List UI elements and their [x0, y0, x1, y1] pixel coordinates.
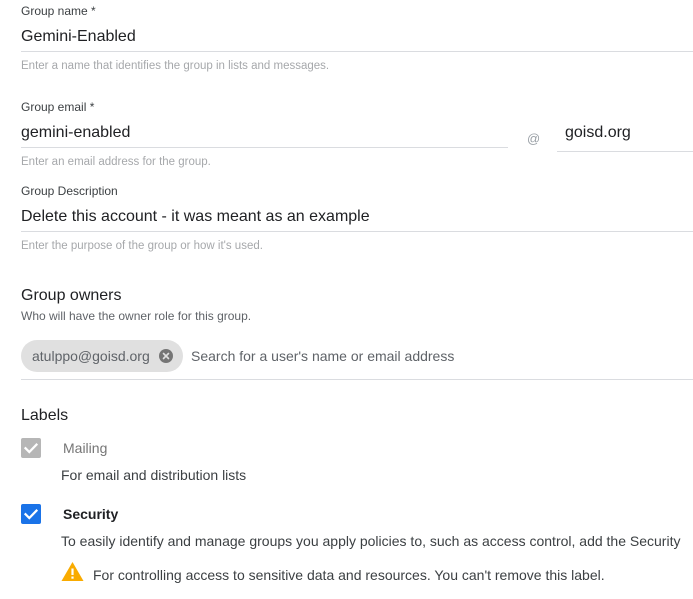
security-label: Security: [63, 506, 119, 522]
group-name-underline: [21, 51, 693, 52]
email-domain-select[interactable]: goisd.org: [565, 124, 631, 142]
labels-title: Labels: [21, 407, 69, 424]
at-sign: @: [527, 131, 541, 146]
group-email-label: Group email *: [21, 100, 95, 114]
group-name-hint: Enter a name that identifies the group i…: [21, 60, 330, 72]
group-name-label: Group name *: [21, 4, 96, 18]
group-email-underline: [21, 147, 508, 148]
email-domain-underline: [557, 151, 693, 152]
owners-underline: [21, 379, 693, 380]
security-description: To easily identify and manage groups you…: [61, 533, 681, 549]
group-name-input[interactable]: Gemini-Enabled: [21, 28, 136, 46]
group-email-hint: Enter an email address for the group.: [21, 156, 211, 168]
mailing-label: Mailing: [63, 440, 108, 456]
group-email-input[interactable]: gemini-enabled: [21, 124, 130, 142]
group-owners-title: Group owners: [21, 287, 122, 304]
security-checkbox[interactable]: [21, 504, 41, 524]
group-description-input[interactable]: Delete this account - it was meant as an…: [21, 208, 370, 226]
group-form: Group name * Gemini-Enabled Enter a name…: [0, 0, 693, 599]
group-owners-subtitle: Who will have the owner role for this gr…: [21, 309, 252, 323]
owner-search-input[interactable]: Search for a user's name or email addres…: [191, 348, 454, 364]
remove-chip-icon[interactable]: [159, 349, 173, 363]
security-warning-text: For controlling access to sensitive data…: [93, 567, 605, 583]
mailing-description: For email and distribution lists: [61, 467, 247, 483]
owner-chip[interactable]: atulppo@goisd.org: [21, 340, 183, 372]
group-description-hint: Enter the purpose of the group or how it…: [21, 240, 263, 252]
group-description-underline: [21, 231, 693, 232]
group-description-label: Group Description: [21, 184, 118, 198]
mailing-checkbox: [21, 438, 41, 458]
warning-icon: [61, 562, 84, 581]
owner-chip-label: atulppo@goisd.org: [32, 348, 150, 364]
